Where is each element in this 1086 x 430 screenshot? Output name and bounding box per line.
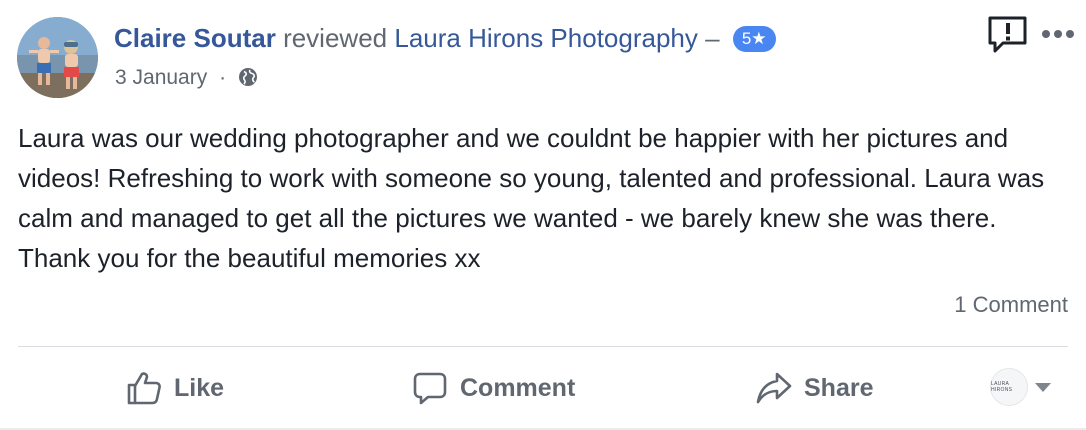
- post-meta: 3 January ·: [115, 64, 258, 92]
- share-label: Share: [804, 373, 874, 402]
- comment-icon: [413, 372, 447, 405]
- like-button[interactable]: Like: [126, 360, 224, 416]
- author-name-link[interactable]: Claire Soutar: [114, 23, 276, 53]
- thumbs-up-icon: [127, 372, 161, 405]
- post-date-link[interactable]: 3 January: [115, 66, 207, 89]
- actions-divider: [18, 346, 1068, 347]
- report-button[interactable]: [987, 15, 1029, 55]
- like-label: Like: [174, 373, 225, 402]
- share-button[interactable]: Share: [756, 360, 873, 416]
- review-verb: reviewed: [283, 23, 388, 53]
- post-header: Claire Soutar reviewed Laura Hirons Phot…: [114, 22, 776, 54]
- rating-value: 5: [741, 29, 752, 48]
- post-actions-bar: Like Comment Share: [0, 360, 1086, 416]
- react-as-selector[interactable]: LAURA HIRONS: [990, 368, 1051, 406]
- more-icon: [1042, 30, 1074, 38]
- page-name-link[interactable]: Laura Hirons Photography: [394, 23, 698, 53]
- meta-separator: ·: [219, 66, 227, 89]
- chevron-down-icon: [1035, 382, 1051, 392]
- comment-label: Comment: [460, 373, 576, 402]
- more-options-button[interactable]: [1040, 27, 1076, 39]
- post-body-text: Laura was our wedding photographer and w…: [18, 123, 1045, 273]
- header-dash: –: [705, 23, 720, 53]
- author-avatar[interactable]: [17, 17, 98, 98]
- comment-button[interactable]: Comment: [412, 360, 575, 416]
- report-icon: [988, 16, 1027, 53]
- share-icon: [756, 372, 792, 404]
- rating-badge: 5★: [732, 26, 776, 52]
- globe-icon[interactable]: [238, 67, 258, 87]
- page-avatar: LAURA HIRONS: [990, 368, 1028, 406]
- avatar-photo: [17, 17, 98, 98]
- comment-count-link[interactable]: 1 Comment: [954, 290, 1068, 320]
- rating-star-icon: ★: [751, 29, 767, 48]
